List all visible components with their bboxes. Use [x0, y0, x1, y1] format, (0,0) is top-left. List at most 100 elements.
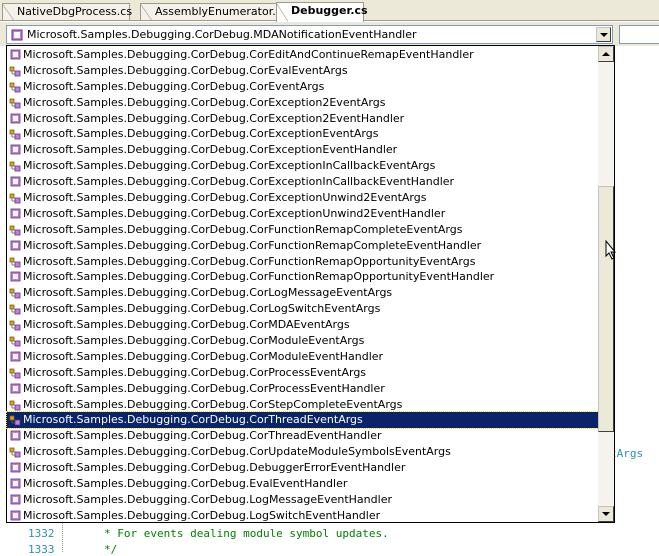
- dropdown-item-label: Microsoft.Samples.Debugging.CorDebug.Cor…: [23, 175, 455, 189]
- dropdown-item[interactable]: Microsoft.Samples.Debugging.CorDebug.Eva…: [7, 476, 599, 492]
- class-icon: [9, 161, 21, 172]
- dropdown-item[interactable]: Microsoft.Samples.Debugging.CorDebug.Cor…: [7, 142, 599, 158]
- delegate-icon: [10, 49, 21, 60]
- tab-label: AssemblyEnumerator.cs: [155, 5, 288, 18]
- dropdown-item-label: Microsoft.Samples.Debugging.CorDebug.Cor…: [23, 238, 482, 252]
- mouse-cursor-icon: [605, 240, 617, 260]
- dropdown-item[interactable]: Microsoft.Samples.Debugging.CorDebug.Log…: [7, 492, 599, 508]
- dropdown-item-label: Microsoft.Samples.Debugging.CorDebug.Cor…: [23, 63, 348, 77]
- dropdown-item-label: Microsoft.Samples.Debugging.CorDebug.Cor…: [23, 365, 367, 379]
- dropdown-item-label: Microsoft.Samples.Debugging.CorDebug.Deb…: [23, 461, 406, 475]
- dropdown-item-label: Microsoft.Samples.Debugging.CorDebug.Log…: [23, 492, 392, 506]
- dropdown-item[interactable]: Microsoft.Samples.Debugging.CorDebug.Deb…: [7, 460, 599, 476]
- dropdown-item[interactable]: Microsoft.Samples.Debugging.CorDebug.Cor…: [7, 111, 599, 127]
- dropdown-item[interactable]: Microsoft.Samples.Debugging.CorDebug.Cor…: [7, 254, 599, 270]
- delegate-icon: [10, 208, 21, 219]
- scroll-thumb[interactable]: [598, 186, 614, 432]
- dropdown-item-label: Microsoft.Samples.Debugging.CorDebug.Cor…: [23, 143, 398, 157]
- dropdown-item-label: Microsoft.Samples.Debugging.CorDebug.Cor…: [23, 254, 476, 268]
- dropdown-item-label: Microsoft.Samples.Debugging.CorDebug.Cor…: [23, 349, 384, 363]
- dropdown-item-label: Microsoft.Samples.Debugging.CorDebug.Cor…: [23, 445, 451, 459]
- dropdown-item[interactable]: Microsoft.Samples.Debugging.CorDebug.Cor…: [7, 285, 599, 301]
- class-icon: [9, 368, 21, 379]
- type-selector-dropdown-button[interactable]: [596, 27, 611, 42]
- dropdown-item-label: Microsoft.Samples.Debugging.CorDebug.Cor…: [23, 413, 363, 427]
- dropdown-items: Microsoft.Samples.Debugging.CorDebug.Cor…: [6, 47, 600, 524]
- dropdown-item[interactable]: Microsoft.Samples.Debugging.CorDebug.Cor…: [7, 79, 599, 95]
- dropdown-item[interactable]: Microsoft.Samples.Debugging.CorDebug.Cor…: [7, 428, 599, 444]
- delegate-icon: [10, 478, 21, 489]
- dropdown-item-label: Microsoft.Samples.Debugging.CorDebug.Cor…: [23, 270, 495, 284]
- code-line: */: [104, 543, 118, 556]
- member-selector-combo[interactable]: [619, 25, 659, 44]
- class-icon: [9, 288, 21, 299]
- class-icon: [9, 193, 21, 204]
- scroll-down-button[interactable]: [598, 506, 614, 522]
- dropdown-item[interactable]: Microsoft.Samples.Debugging.CorDebug.Cor…: [7, 95, 599, 111]
- dropdown-item[interactable]: Microsoft.Samples.Debugging.CorDebug.Cor…: [7, 444, 599, 460]
- dropdown-item-label: Microsoft.Samples.Debugging.CorDebug.Cor…: [23, 159, 436, 173]
- dropdown-item-label: Microsoft.Samples.Debugging.CorDebug.Cor…: [23, 318, 350, 332]
- line-number: 1332: [28, 527, 55, 540]
- type-selector-combo[interactable]: Microsoft.Samples.Debugging.CorDebug.MDA…: [6, 25, 613, 44]
- class-icon: [9, 98, 21, 109]
- dropdown-item-label: Microsoft.Samples.Debugging.CorDebug.Eva…: [23, 477, 348, 491]
- scroll-up-button[interactable]: [598, 46, 614, 62]
- class-icon: [9, 130, 21, 140]
- dropdown-item[interactable]: Microsoft.Samples.Debugging.CorDebug.Cor…: [7, 126, 599, 142]
- dropdown-item[interactable]: Microsoft.Samples.Debugging.CorDebug.Cor…: [7, 174, 599, 190]
- dropdown-item-label: Microsoft.Samples.Debugging.CorDebug.Cor…: [23, 381, 385, 395]
- dropdown-item[interactable]: Microsoft.Samples.Debugging.CorDebug.Cor…: [7, 222, 599, 238]
- class-icon: [9, 82, 21, 93]
- dropdown-item[interactable]: Microsoft.Samples.Debugging.CorDebug.Cor…: [7, 397, 599, 413]
- dropdown-item[interactable]: Microsoft.Samples.Debugging.CorDebug.Cor…: [7, 47, 599, 63]
- delegate-icon: [10, 351, 21, 362]
- class-icon: [9, 225, 21, 236]
- dropdown-item-label: Microsoft.Samples.Debugging.CorDebug.Cor…: [23, 95, 386, 109]
- dropdown-item[interactable]: Microsoft.Samples.Debugging.CorDebug.Log…: [7, 508, 599, 524]
- dropdown-item[interactable]: Microsoft.Samples.Debugging.CorDebug.Cor…: [7, 206, 599, 222]
- delegate-icon: [10, 240, 21, 251]
- class-icon: [9, 66, 21, 77]
- navigation-bar: Microsoft.Samples.Debugging.CorDebug.MDA…: [0, 22, 659, 46]
- dropdown-item[interactable]: Microsoft.Samples.Debugging.CorDebug.Cor…: [7, 301, 599, 317]
- dropdown-item-label: Microsoft.Samples.Debugging.CorDebug.Cor…: [23, 48, 474, 61]
- chevron-up-icon: [602, 52, 610, 56]
- dropdown-item[interactable]: Microsoft.Samples.Debugging.CorDebug.Cor…: [7, 238, 599, 254]
- type-dropdown-list[interactable]: Microsoft.Samples.Debugging.CorDebug.Cor…: [6, 45, 615, 523]
- tab-debugger[interactable]: Debugger.cs: [276, 2, 368, 22]
- dropdown-item-label: Microsoft.Samples.Debugging.CorDebug.Cor…: [23, 397, 403, 411]
- class-icon: [9, 447, 21, 458]
- dropdown-item[interactable]: Microsoft.Samples.Debugging.CorDebug.Cor…: [7, 158, 599, 174]
- delegate-icon: [10, 113, 21, 123]
- tab-nativedbgprocess[interactable]: NativeDbgProcess.cs: [2, 3, 133, 21]
- dropdown-item[interactable]: Microsoft.Samples.Debugging.CorDebug.Cor…: [7, 317, 599, 333]
- type-selector-value: Microsoft.Samples.Debugging.CorDebug.MDA…: [27, 28, 417, 41]
- dropdown-scrollbar[interactable]: [598, 46, 614, 522]
- dropdown-item-label: Microsoft.Samples.Debugging.CorDebug.Cor…: [23, 127, 379, 141]
- chevron-down-icon: [602, 512, 610, 516]
- document-tab-strip: NativeDbgProcess.cs AssemblyEnumerator.c…: [0, 0, 659, 22]
- dropdown-item-label: Microsoft.Samples.Debugging.CorDebug.Cor…: [23, 79, 325, 93]
- dropdown-item[interactable]: Microsoft.Samples.Debugging.CorDebug.Cor…: [7, 365, 599, 381]
- dropdown-item[interactable]: Microsoft.Samples.Debugging.CorDebug.Cor…: [7, 190, 599, 206]
- dropdown-item-label: Microsoft.Samples.Debugging.CorDebug.Log…: [23, 508, 381, 522]
- dropdown-item[interactable]: Microsoft.Samples.Debugging.CorDebug.Cor…: [7, 349, 599, 365]
- delegate-icon: [10, 494, 21, 505]
- dropdown-item[interactable]: Microsoft.Samples.Debugging.CorDebug.Cor…: [7, 63, 599, 79]
- dropdown-item[interactable]: Microsoft.Samples.Debugging.CorDebug.Cor…: [7, 381, 599, 397]
- delegate-icon: [10, 176, 21, 187]
- delegate-icon: [10, 462, 21, 473]
- dropdown-item-label: Microsoft.Samples.Debugging.CorDebug.Cor…: [23, 222, 463, 236]
- dropdown-item-label: Microsoft.Samples.Debugging.CorDebug.Cor…: [23, 429, 382, 443]
- tab-label: NativeDbgProcess.cs: [17, 5, 133, 18]
- code-line: * For events dealing module symbol updat…: [104, 527, 389, 540]
- delegate-icon: [10, 383, 21, 394]
- chevron-down-icon: [600, 33, 608, 37]
- dropdown-item[interactable]: Microsoft.Samples.Debugging.CorDebug.Cor…: [6, 411, 600, 430]
- tab-assemblyenumerator[interactable]: AssemblyEnumerator.cs: [140, 3, 288, 21]
- delegate-icon: [10, 272, 21, 282]
- dropdown-item[interactable]: Microsoft.Samples.Debugging.CorDebug.Cor…: [7, 333, 599, 349]
- dropdown-item[interactable]: Microsoft.Samples.Debugging.CorDebug.Cor…: [7, 269, 599, 285]
- class-icon: [9, 320, 21, 331]
